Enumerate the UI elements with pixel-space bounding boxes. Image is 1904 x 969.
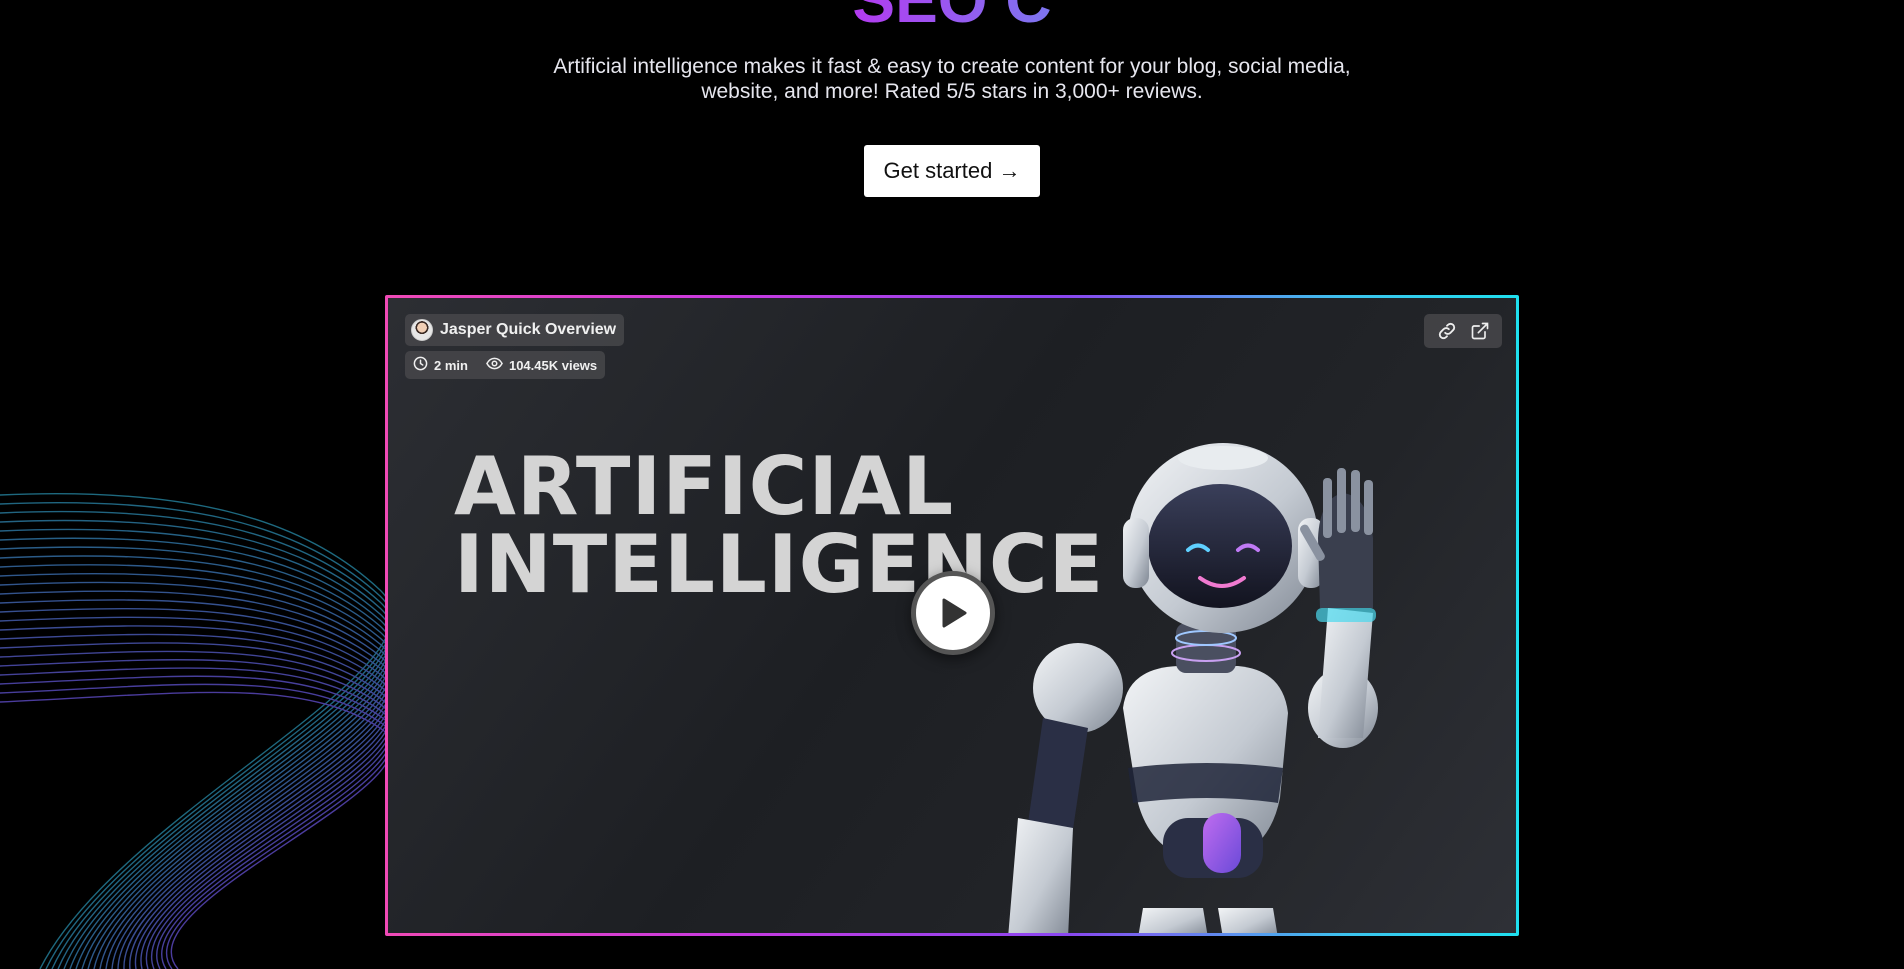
video-thumbnail[interactable]: Jasper Quick Overview 2 min 104.45K view… (388, 298, 1516, 933)
play-button[interactable] (911, 571, 995, 655)
video-title-badge[interactable]: Jasper Quick Overview (405, 314, 625, 346)
hero-subtitle: Artificial intelligence makes it fast & … (553, 55, 1351, 103)
video-actions (1424, 314, 1502, 348)
page: SEO C Artificial intelligence makes it f… (0, 0, 1904, 969)
video-player[interactable]: Jasper Quick Overview 2 min 104.45K view… (385, 295, 1519, 936)
wave-line (0, 625, 393, 969)
link-icon[interactable] (1434, 318, 1460, 344)
wave-line (0, 590, 393, 969)
video-meta-badge: 2 min 104.45K views (405, 351, 606, 379)
eye-icon (486, 356, 503, 374)
video-title: Jasper Quick Overview (440, 321, 617, 338)
wave-line (0, 501, 393, 969)
avatar (411, 319, 433, 341)
hero-title: SEO C (0, 0, 1904, 32)
external-link-icon[interactable] (1467, 318, 1493, 344)
clock-icon (413, 356, 428, 374)
play-icon (942, 598, 967, 628)
video-views: 104.45K views (508, 357, 598, 373)
wave-line (0, 599, 393, 969)
wave-line (0, 691, 393, 969)
wave-line (0, 528, 393, 969)
get-started-button[interactable]: Get started → (864, 145, 1040, 197)
robot-illustration (1008, 443, 1378, 933)
wave-line (0, 616, 393, 969)
video-duration: 2 min (434, 357, 468, 373)
